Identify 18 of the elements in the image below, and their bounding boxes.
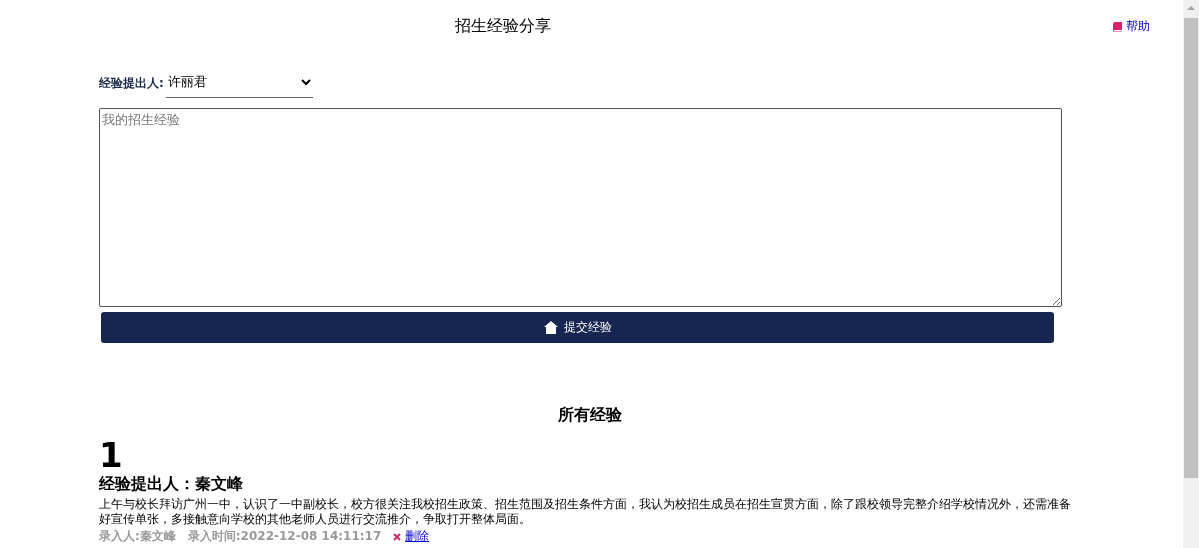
- page-title: 招生经验分享: [454, 15, 551, 35]
- help-link[interactable]: 帮助: [1112, 17, 1150, 35]
- time-text: 录入时间:2022-12-08 14:11:17: [187, 528, 382, 545]
- house-icon: [543, 321, 558, 334]
- delete-link[interactable]: 删除: [405, 528, 430, 545]
- entry-text: 上午与校长拜访广州一中，认识了一中副校长，校方很关注我校招生政策、招生范围及招生条件方面，我认为校招生成员在招生宣贯方面，除了跟校领导完整介绍学校情况外，还需准备好宣传单张，多接触意向学校的其他老师人员进行交流推介，争取打开整体局面。: [99, 497, 1072, 527]
- entry-heading: 经验提出人：秦文峰: [99, 474, 243, 493]
- scrollbar[interactable]: [1183, 0, 1199, 548]
- recorder-text: 录入人:秦文峰: [99, 528, 176, 545]
- book-icon: [1112, 20, 1123, 32]
- close-icon: [393, 532, 402, 541]
- entry-number: 1: [99, 435, 123, 475]
- proposer-label: 经验提出人:: [99, 75, 164, 92]
- chevron-down-icon: [300, 78, 311, 86]
- experience-textarea[interactable]: 我的招生经验: [99, 108, 1062, 307]
- proposer-select[interactable]: 许丽君: [165, 73, 313, 98]
- section-title: 所有经验: [558, 405, 622, 424]
- submit-button[interactable]: 提交经验: [101, 312, 1054, 343]
